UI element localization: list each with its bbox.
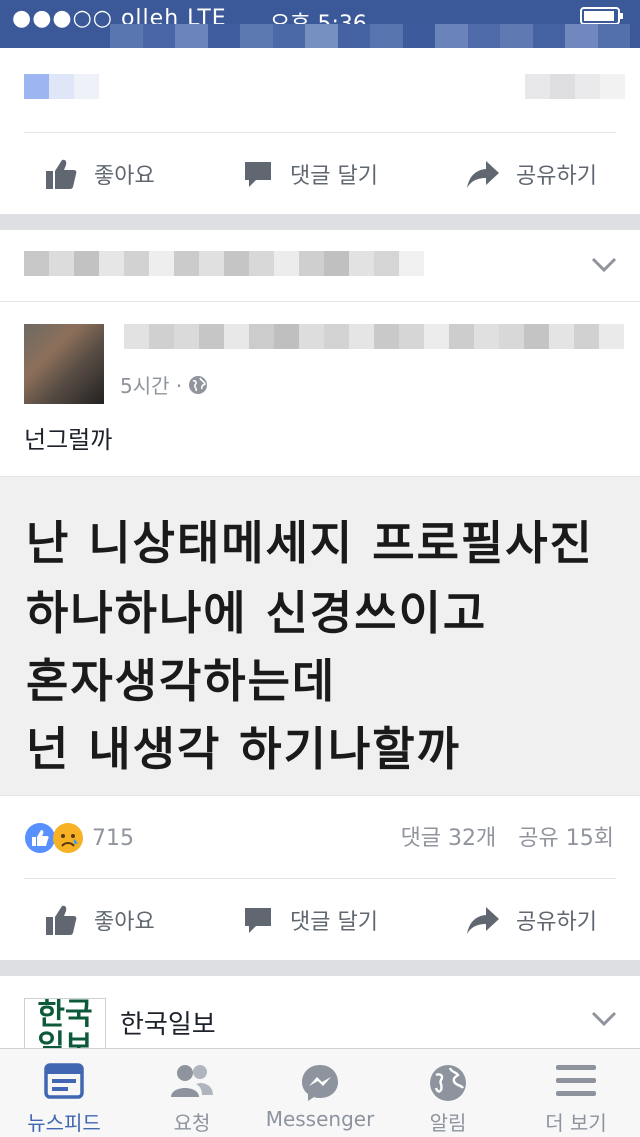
tab-label: Messenger: [265, 1107, 375, 1131]
previous-post-card: 좋아요 댓글 달기 공유하기: [0, 48, 640, 214]
post-text: 넌그럴까: [24, 426, 113, 454]
tab-news-feed[interactable]: 뉴스피드: [0, 1049, 128, 1137]
blurred-author-name[interactable]: [124, 324, 624, 349]
divider: [24, 878, 616, 879]
engagement-counts: 댓글 32개 공유 15회: [401, 820, 614, 852]
blurred-header: [110, 24, 630, 48]
like-label: 좋아요: [94, 164, 155, 189]
post-meta: 5시간 ·: [120, 370, 208, 399]
tab-label: 더 보기: [545, 1111, 607, 1135]
share-arrow-icon: [466, 905, 500, 935]
share-label: 공유하기: [516, 910, 597, 935]
notifications-globe-icon: [384, 1063, 512, 1103]
tab-requests[interactable]: 요청: [128, 1049, 256, 1137]
divider: [0, 301, 640, 302]
tab-bar: 뉴스피드 요청 Messenger 알림 더 보기: [0, 1048, 640, 1137]
divider: [24, 132, 616, 133]
comment-button[interactable]: 댓글 달기: [242, 880, 378, 960]
thumbs-up-icon: [44, 903, 78, 937]
image-text-line: 하나하나에 신경쓰이고: [26, 586, 488, 640]
previous-post-actions: 좋아요 댓글 달기 공유하기: [0, 134, 640, 214]
friend-requests-icon: [128, 1063, 256, 1103]
tab-label: 뉴스피드: [27, 1111, 101, 1135]
tab-messenger[interactable]: Messenger: [256, 1049, 384, 1137]
share-label: 공유하기: [516, 164, 597, 189]
news-feed-icon: [0, 1063, 128, 1103]
like-button[interactable]: 좋아요: [44, 134, 155, 214]
tab-label: 요청: [173, 1111, 211, 1135]
globe-icon: [188, 375, 208, 395]
thumbs-up-icon: [44, 157, 78, 191]
blurred-name: [24, 74, 99, 99]
comment-button[interactable]: 댓글 달기: [242, 134, 378, 214]
comment-label: 댓글 달기: [290, 910, 378, 935]
post-image[interactable]: 난 니상태메세지 프로필사진 하나하나에 신경쓰이고 혼자생각하는데 넌 내생각…: [0, 477, 640, 795]
avatar[interactable]: [24, 324, 104, 404]
speech-bubble-icon: [242, 904, 274, 936]
like-label: 좋아요: [94, 910, 155, 935]
tab-label: 알림: [429, 1111, 467, 1135]
post-actions: 좋아요 댓글 달기 공유하기: [0, 880, 640, 960]
messenger-icon: [256, 1063, 384, 1103]
post-options-chevron-icon[interactable]: [590, 256, 618, 274]
post-time: 5시간 ·: [120, 374, 183, 398]
blurred-shared-by: [24, 251, 424, 276]
tab-notifications[interactable]: 알림: [384, 1049, 512, 1137]
image-text-line: 혼자생각하는데: [26, 654, 337, 708]
share-button[interactable]: 공유하기: [466, 880, 597, 960]
share-button[interactable]: 공유하기: [466, 134, 597, 214]
like-button[interactable]: 좋아요: [44, 880, 155, 960]
blurred-text: [525, 74, 625, 99]
image-text-line: 넌 내생각 하기나할까: [26, 722, 461, 776]
page-name[interactable]: 한국일보: [120, 1004, 216, 1041]
tab-more[interactable]: 더 보기: [512, 1049, 640, 1137]
reaction-count: 715: [92, 825, 134, 851]
menu-icon: [512, 1063, 640, 1103]
sad-reaction-icon: [53, 823, 83, 853]
status-bar: ●●●○○ olleh LTE 오후 5:36: [0, 0, 640, 48]
speech-bubble-icon: [242, 158, 274, 190]
logo-text: 한국: [37, 998, 93, 1032]
image-text-line: 난 니상태메세지 프로필사진: [26, 516, 594, 570]
comment-label: 댓글 달기: [290, 164, 378, 189]
feed-separator: [0, 214, 640, 230]
share-count[interactable]: 공유 15회: [518, 820, 614, 852]
post-options-chevron-icon[interactable]: [590, 1010, 618, 1028]
comment-count[interactable]: 댓글 32개: [401, 820, 497, 852]
feed-separator: [0, 960, 640, 976]
reactions-summary[interactable]: 715: [24, 818, 134, 858]
share-arrow-icon: [466, 159, 500, 189]
divider: [0, 795, 640, 796]
